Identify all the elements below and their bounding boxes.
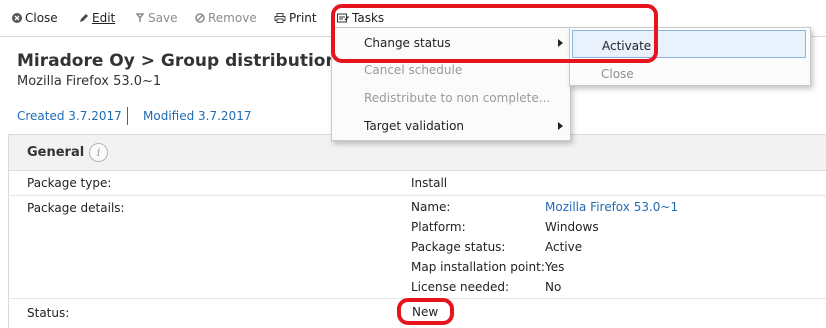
status-value: New xyxy=(412,305,439,319)
info-icon[interactable]: i xyxy=(89,143,108,162)
close-circle-icon xyxy=(12,13,22,23)
remove-button-label: Remove xyxy=(208,11,257,25)
print-button[interactable]: Print xyxy=(274,10,317,26)
detail-map-installation-value: Yes xyxy=(545,260,565,274)
menu-item-label: Change status xyxy=(364,36,451,50)
tasks-button-label: Tasks xyxy=(352,11,385,25)
submenu-item-label: Activate xyxy=(602,39,652,53)
menu-item-cancel-schedule[interactable]: Cancel schedule xyxy=(332,56,570,83)
page-title: Miradore Oy > Group distribution xyxy=(17,51,338,71)
menu-item-target-validation[interactable]: Target validation xyxy=(332,112,570,139)
remove-button[interactable]: Remove xyxy=(195,10,257,26)
page-subtitle: Mozilla Firefox 53.0~1 xyxy=(17,74,162,89)
detail-license-label: License needed: xyxy=(411,280,510,294)
package-type-value: Install xyxy=(411,176,448,190)
close-button-label: Close xyxy=(25,11,58,25)
package-details-label: Package details: xyxy=(27,201,125,215)
close-button[interactable]: Close xyxy=(12,10,58,26)
change-status-submenu: Activate Close xyxy=(569,27,811,86)
tasks-icon xyxy=(337,13,349,23)
edit-button[interactable]: Edit xyxy=(79,10,115,26)
menu-item-label: Redistribute to non complete... xyxy=(364,91,551,105)
package-type-label: Package type: xyxy=(27,176,112,190)
detail-name-label: Name: xyxy=(411,200,451,214)
detail-license-value: No xyxy=(545,280,562,294)
modified-link[interactable]: Modified 3.7.2017 xyxy=(143,109,251,123)
submenu-arrow-icon xyxy=(558,122,563,130)
menu-item-redistribute[interactable]: Redistribute to non complete... xyxy=(332,84,570,111)
row-divider xyxy=(8,298,826,299)
pencil-icon xyxy=(79,13,89,23)
submenu-item-label: Close xyxy=(601,67,634,81)
detail-platform-label: Platform: xyxy=(411,220,466,234)
menu-item-label: Cancel schedule xyxy=(364,63,463,77)
save-button[interactable]: Save xyxy=(135,10,177,26)
menu-item-change-status[interactable]: Change status xyxy=(332,29,570,56)
detail-map-installation-label: Map installation point: xyxy=(411,260,545,274)
tasks-button[interactable]: Tasks xyxy=(337,10,384,26)
remove-circle-icon xyxy=(195,13,205,23)
submenu-item-activate[interactable]: Activate xyxy=(572,30,806,58)
printer-icon xyxy=(274,13,286,23)
status-label: Status: xyxy=(27,306,70,320)
created-link[interactable]: Created 3.7.2017 xyxy=(17,109,122,123)
save-icon xyxy=(135,13,145,23)
panel-title: General xyxy=(27,145,85,160)
row-divider xyxy=(8,195,826,196)
detail-package-status-label: Package status: xyxy=(411,240,506,254)
detail-name-link[interactable]: Mozilla Firefox 53.0~1 xyxy=(545,200,678,214)
save-button-label: Save xyxy=(148,11,178,25)
submenu-item-close[interactable]: Close xyxy=(570,59,810,86)
menu-item-label: Target validation xyxy=(364,119,465,133)
meta-divider xyxy=(127,107,128,125)
detail-platform-value: Windows xyxy=(545,220,599,234)
detail-package-status-value: Active xyxy=(545,240,583,254)
tasks-menu: Change status Cancel schedule Redistribu… xyxy=(331,27,571,141)
edit-button-label: Edit xyxy=(92,11,116,25)
submenu-arrow-icon xyxy=(558,39,563,47)
print-button-label: Print xyxy=(289,11,317,25)
